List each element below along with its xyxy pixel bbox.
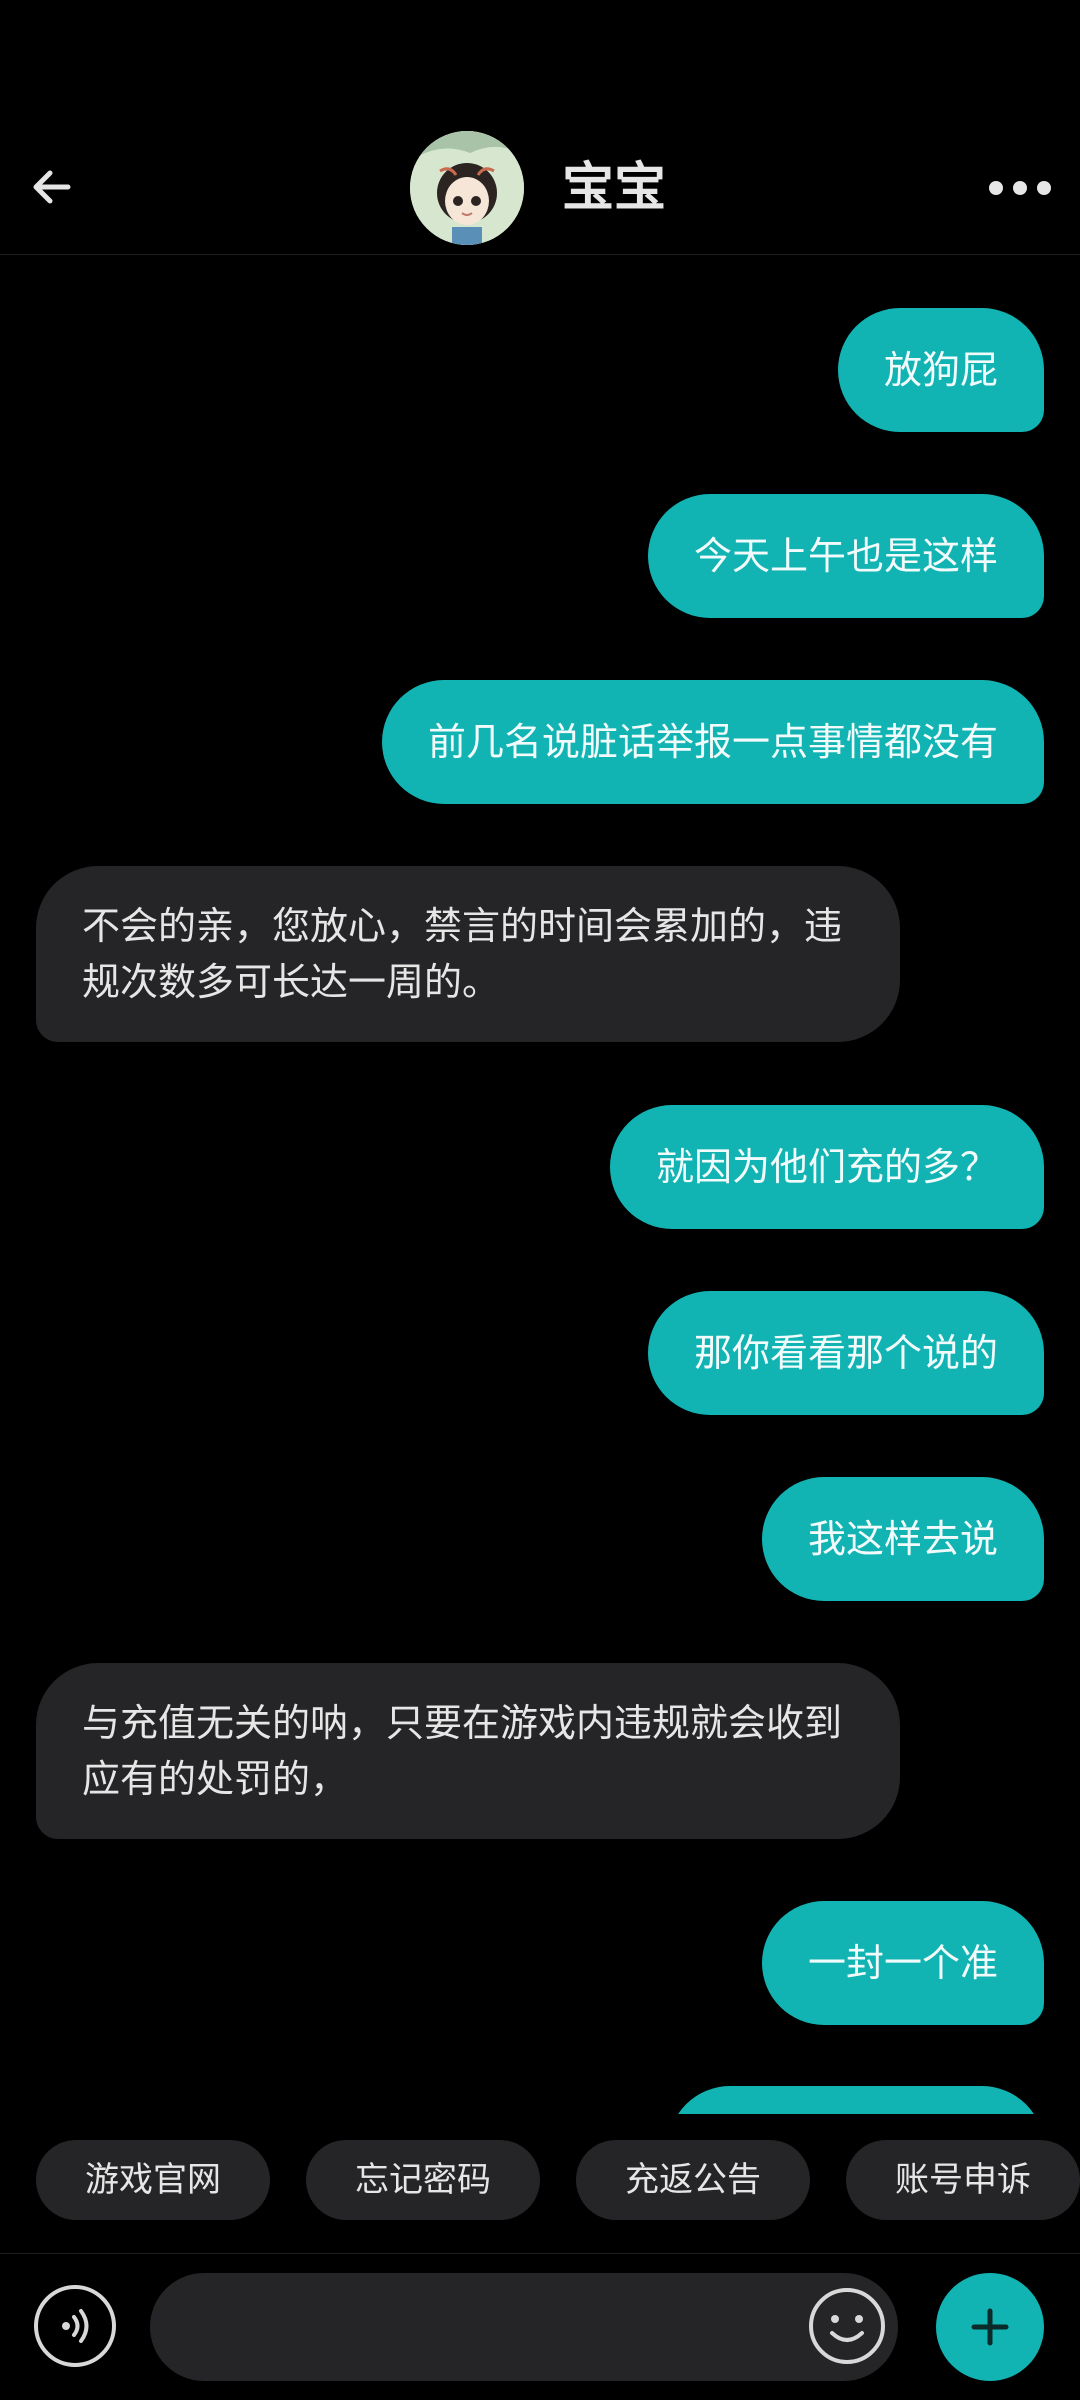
emoji-icon [809, 2288, 885, 2364]
message-outgoing[interactable]: 放狗屁 [837, 308, 1044, 432]
voice-icon [62, 2309, 89, 2343]
plus-button[interactable] [936, 2273, 1044, 2381]
message-outgoing[interactable]: 一封一个准 [761, 1901, 1044, 2025]
avatar[interactable] [410, 131, 524, 245]
message-list[interactable]: 放狗屁 今天上午也是这样 前几名说脏话举报一点事情都没有 不会的亲，您放心，禁言… [0, 256, 1080, 2114]
message-outgoing-partial[interactable] [668, 2086, 1044, 2114]
message-incoming[interactable]: 不会的亲，您放心，禁言的时间会累加的，违规次数多可长达一周的。 [36, 866, 900, 1042]
message-outgoing[interactable]: 今天上午也是这样 [647, 494, 1044, 618]
quick-reply-bar: 游戏官网 忘记密码 充返公告 账号申诉 [0, 2140, 1080, 2220]
composer-divider [0, 2253, 1080, 2254]
message-outgoing[interactable]: 前几名说脏话举报一点事情都没有 [381, 680, 1044, 804]
message-outgoing[interactable]: 我这样去说 [761, 1477, 1044, 1601]
plus-icon [971, 2308, 1009, 2346]
voice-button[interactable] [34, 2285, 116, 2367]
quick-reply-official-site[interactable]: 游戏官网 [36, 2140, 270, 2220]
emoji-button[interactable] [806, 2285, 888, 2367]
message-incoming[interactable]: 与充值无关的呐，只要在游戏内违规就会收到应有的处罚的， [36, 1663, 900, 1839]
arrow-left-icon [33, 170, 71, 204]
back-button[interactable] [20, 155, 84, 219]
chat-title: 宝宝 [562, 158, 667, 218]
message-outgoing[interactable]: 就因为他们充的多？ [609, 1105, 1044, 1229]
more-horizontal-icon [989, 181, 1003, 195]
quick-reply-account-appeal[interactable]: 账号申诉 [846, 2140, 1080, 2220]
message-input[interactable] [150, 2273, 898, 2381]
message-outgoing[interactable]: 那你看看那个说的 [647, 1291, 1044, 1415]
chat-header: 宝宝 [0, 0, 1080, 255]
more-button[interactable] [980, 158, 1060, 218]
quick-reply-forgot-password[interactable]: 忘记密码 [306, 2140, 540, 2220]
quick-reply-rebate-notice[interactable]: 充返公告 [576, 2140, 810, 2220]
